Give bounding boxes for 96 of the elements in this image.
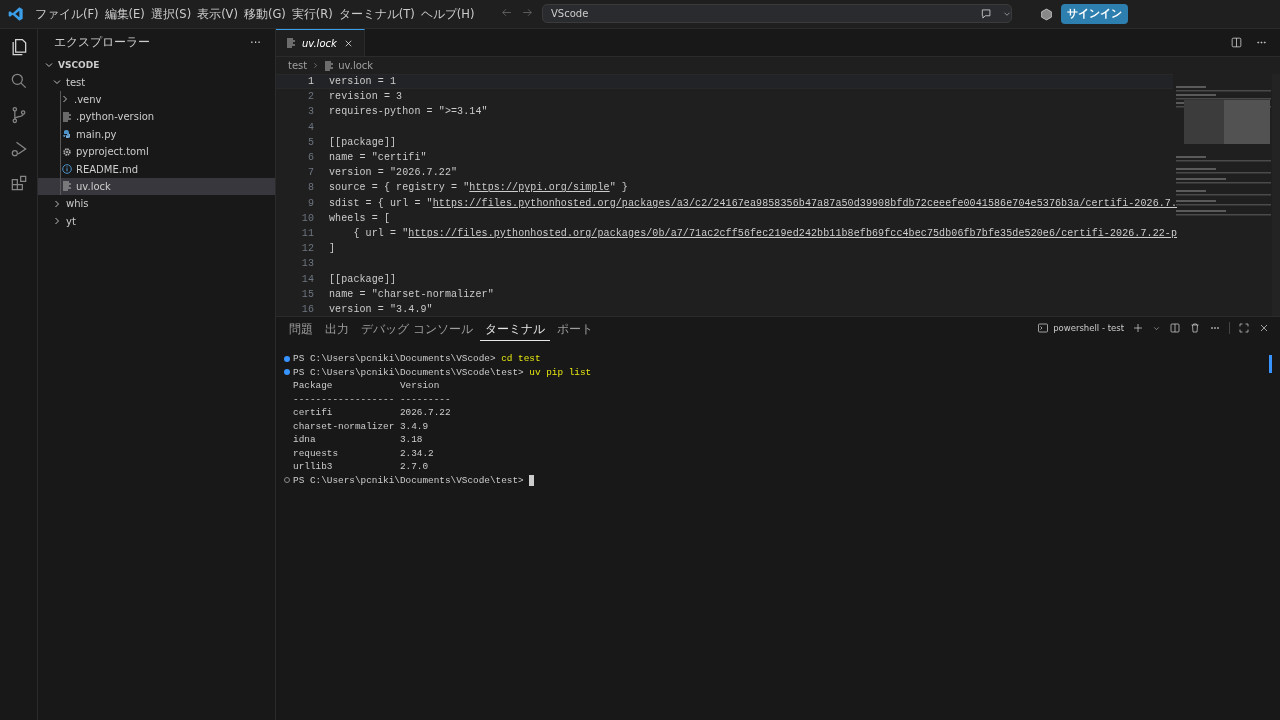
line-number: 7 xyxy=(306,167,315,179)
search-field[interactable]: VScode xyxy=(542,4,1012,23)
text-file-icon xyxy=(286,38,296,48)
close-icon[interactable] xyxy=(1258,322,1270,334)
code-line: name = "certifi" xyxy=(329,152,427,164)
code-line: revision = 3 xyxy=(329,91,403,103)
trash-icon[interactable] xyxy=(1189,322,1201,334)
folder-item[interactable]: .venv xyxy=(38,90,275,109)
terminal-command: cd test xyxy=(500,353,541,365)
line-number: 12 xyxy=(300,243,315,255)
folder-item[interactable]: whis xyxy=(38,195,275,213)
line-number: 8 xyxy=(306,182,315,194)
line-number: 11 xyxy=(300,227,315,239)
menu-item[interactable]: 表示(V) xyxy=(194,6,241,22)
code-line: version = 1 xyxy=(329,76,397,88)
terminal-output: requests 2.34.2 xyxy=(293,447,434,459)
terminal-output: idna 3.18 xyxy=(293,434,423,446)
folder-item[interactable]: test xyxy=(38,73,275,91)
menu-item[interactable]: ターミナル(T) xyxy=(335,6,418,22)
code-line: ] xyxy=(329,243,336,255)
menu-item[interactable]: 選択(S) xyxy=(147,6,195,22)
chat-icon[interactable] xyxy=(980,7,994,21)
file-item[interactable]: main.py xyxy=(38,125,275,143)
terminal-output: ------------------ --------- xyxy=(293,393,451,405)
line-number: 5 xyxy=(306,136,315,148)
panel-tab[interactable]: ポート xyxy=(551,319,598,341)
terminal-output: urllib3 2.7.0 xyxy=(293,461,429,473)
code-line: [[package]] xyxy=(329,273,397,285)
menu-item[interactable]: 実行(R) xyxy=(288,6,336,22)
info-icon xyxy=(62,164,72,175)
terminal-prompt: PS C:\Users\pcniki\Documents\VScode\test> xyxy=(293,366,524,378)
terminal-prompt: PS C:\Users\pcniki\Documents\VScode> xyxy=(293,353,496,365)
menu-item[interactable]: ヘルプ(H) xyxy=(417,6,478,22)
terminal-output: certifi 2026.7.22 xyxy=(293,407,451,419)
file-item[interactable]: uv.lock xyxy=(38,177,275,196)
plus-icon[interactable] xyxy=(1132,322,1144,334)
code-line: requires-python = ">=3.14" xyxy=(329,106,488,118)
code-line: wheels = [ xyxy=(329,212,390,224)
folder-item[interactable]: yt xyxy=(38,212,275,230)
text-file-icon xyxy=(324,60,335,71)
terminal-name[interactable]: powershell - test xyxy=(1053,323,1124,333)
line-number: 1 xyxy=(306,76,315,88)
sidebar-title: エクスプローラー xyxy=(54,35,150,50)
terminal-command: uv pip list xyxy=(528,366,592,378)
chevron-right-icon[interactable] xyxy=(52,216,62,227)
breadcrumb-item[interactable]: test xyxy=(288,60,308,71)
more-button[interactable]: ··· xyxy=(250,35,261,50)
menu-item[interactable]: 編集(E) xyxy=(101,6,148,22)
code-line: version = "3.4.9" xyxy=(329,303,433,315)
terminal-output: charset-normalizer 3.4.9 xyxy=(293,420,429,432)
scrollbar[interactable] xyxy=(1269,355,1272,373)
split-terminal-icon[interactable] xyxy=(1169,322,1181,334)
menu-item[interactable]: 移動(G) xyxy=(240,6,289,22)
panel-tab[interactable]: ターミナル xyxy=(479,319,550,341)
panel-tab[interactable]: デバッグ コンソール xyxy=(356,319,478,341)
scrollbar[interactable] xyxy=(1272,74,1280,316)
line-number: 10 xyxy=(300,212,315,224)
text-file-icon xyxy=(62,181,72,192)
terminal-output: Package Version xyxy=(293,380,440,392)
line-number: 6 xyxy=(306,152,315,164)
line-number: 2 xyxy=(306,91,315,103)
line-number: 13 xyxy=(300,258,315,270)
text-cursor xyxy=(528,474,534,486)
line-number: 14 xyxy=(300,273,315,285)
breadcrumb-item[interactable]: uv.lock xyxy=(338,60,374,71)
split-editor-icon[interactable] xyxy=(1230,36,1243,49)
line-number: 16 xyxy=(300,303,315,315)
line-number: 4 xyxy=(306,121,315,133)
gear-icon xyxy=(62,146,72,157)
code-line: source = { registry = "https://pypi.org/simple" } xyxy=(329,182,628,194)
editor-tab[interactable]: uv.lock xyxy=(276,29,365,56)
code-line: { url = "https://files.pythonhosted.org/packages/0b/a7/71ac2cff56fec219ed242bb11b8efb69fcc4bec75db06fb7bfe35de520e6/certifi-2026.7.22-p xyxy=(352,227,1178,239)
text-file-icon xyxy=(62,111,72,122)
line-number: 9 xyxy=(306,197,315,209)
line-number: 15 xyxy=(300,288,315,300)
folder-item[interactable]: VSCODE xyxy=(38,56,275,74)
code-line: version = "2026.7.22" xyxy=(329,167,458,179)
terminal-icon xyxy=(1037,322,1050,334)
maximize-icon[interactable] xyxy=(1238,322,1250,334)
sign-in-button[interactable]: サインイン xyxy=(1061,4,1128,24)
file-item[interactable]: .python-version xyxy=(38,108,275,126)
app-logo-icon xyxy=(8,6,24,22)
panel-tab[interactable]: 出力 xyxy=(320,319,354,341)
code-line: sdist = { url = "https://files.pythonhosted.org/packages/a3/c2/24167ea9858356b47a87a50d39908bfdb72ceeefe0041586e704e5376b3a/certifi-2026.7. xyxy=(329,197,1178,209)
code-line: name = "charset-normalizer" xyxy=(329,288,494,300)
chevron-right-icon xyxy=(311,61,321,70)
python-file-icon xyxy=(62,129,72,140)
menu-item[interactable]: ファイル(F) xyxy=(32,6,102,22)
file-item[interactable]: pyproject.toml xyxy=(38,142,275,161)
panel-tab[interactable]: 問題 xyxy=(284,319,318,341)
chevron-right-icon[interactable] xyxy=(52,198,62,209)
terminal-prompt: PS C:\Users\pcniki\Documents\VScode\test> xyxy=(293,474,524,486)
code-line: [[package]] xyxy=(329,136,397,148)
file-item[interactable]: README.md xyxy=(38,160,275,178)
chevron-right-icon[interactable] xyxy=(60,94,70,105)
line-number: 3 xyxy=(306,106,315,118)
